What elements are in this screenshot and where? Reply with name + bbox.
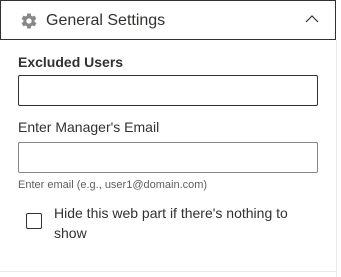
manager-email-input[interactable] bbox=[18, 142, 318, 173]
excluded-users-input[interactable] bbox=[18, 75, 318, 106]
manager-email-hint: Enter email (e.g., user1@domain.com) bbox=[18, 179, 208, 191]
section-title: General Settings bbox=[46, 12, 166, 29]
gear-icon bbox=[21, 13, 37, 29]
excluded-users-label: Excluded Users bbox=[18, 54, 124, 70]
hide-web-part-label[interactable]: Hide this web part if there's nothing to… bbox=[54, 203, 314, 243]
panel-divider bbox=[336, 40, 337, 277]
manager-email-label: Enter Manager's Email bbox=[18, 119, 160, 135]
chevron-up-icon[interactable] bbox=[305, 14, 319, 24]
property-pane: General Settings Excluded Users Enter Ma… bbox=[0, 0, 341, 277]
section-divider bbox=[0, 271, 337, 272]
general-settings-header[interactable]: General Settings bbox=[0, 0, 336, 40]
hide-web-part-checkbox[interactable] bbox=[26, 213, 42, 229]
